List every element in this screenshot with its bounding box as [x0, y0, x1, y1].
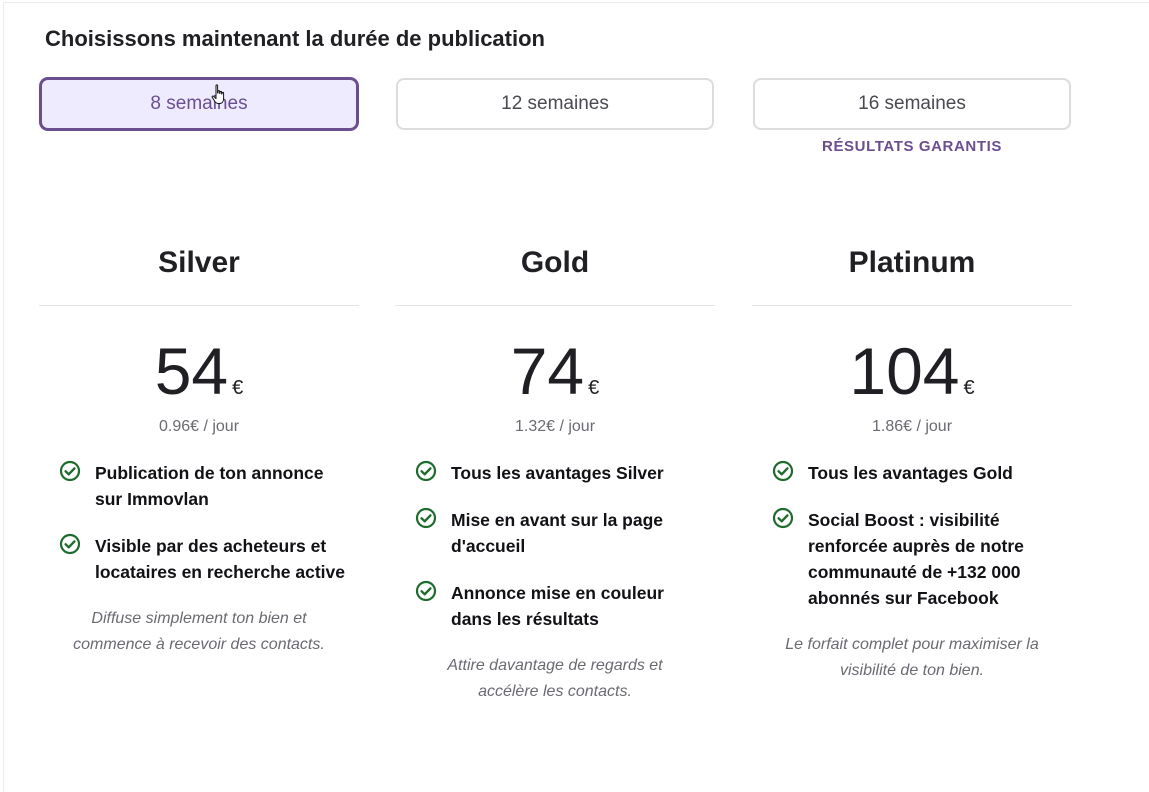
- check-circle-icon: [415, 580, 437, 602]
- check-circle-icon: [415, 507, 437, 529]
- price-amount: 54: [154, 334, 229, 408]
- feature-item: Mise en avant sur la page d'accueil: [415, 507, 715, 559]
- feature-item: Publication de ton annonce sur Immovlan: [59, 460, 359, 512]
- feature-item: Social Boost : visibilité renforcée aupr…: [772, 507, 1072, 611]
- feature-list: Publication de ton annonce sur Immovlan …: [39, 460, 359, 585]
- plan-card-platinum: Platinum 104 € 1.86€ / jour Tous les avan…: [752, 240, 1072, 684]
- check-circle-icon: [772, 507, 794, 529]
- price-per-day: 0.96€ / jour: [158, 418, 240, 435]
- guaranteed-results-badge: RÉSULTATS GARANTIS: [822, 138, 1002, 155]
- check-circle-icon: [415, 460, 437, 482]
- price-currency: €: [963, 377, 975, 399]
- duration-option-12-weeks[interactable]: 12 semaines: [396, 78, 714, 130]
- plan-divider: [39, 305, 359, 306]
- price-amount: 104: [849, 334, 960, 408]
- check-circle-icon: [772, 460, 794, 482]
- feature-item: Visible par des acheteurs et locataires …: [59, 533, 359, 585]
- price-currency: €: [232, 377, 244, 399]
- plan-name: Gold: [520, 246, 590, 279]
- plan-card-gold: Gold 74 € 1.32€ / jour Tous les avantages…: [395, 240, 715, 705]
- plan-card-silver: Silver 54 € 0.96€ / jour Publication de t…: [39, 240, 359, 658]
- price-per-day: 1.86€ / jour: [871, 418, 953, 435]
- plan-tagline: Attire davantage de regards et accélère …: [447, 657, 663, 700]
- plan-divider: [395, 305, 715, 306]
- feature-text: Tous les avantages Gold: [808, 463, 1013, 483]
- check-circle-icon: [59, 533, 81, 555]
- check-circle-icon: [59, 460, 81, 482]
- price-amount: 74: [510, 334, 585, 408]
- feature-text: Tous les avantages Silver: [451, 463, 664, 483]
- plan-divider: [752, 305, 1072, 306]
- feature-text: Social Boost : visibilité renforcée aupr…: [808, 510, 1024, 608]
- plan-tagline: Diffuse simplement ton bien et commence …: [73, 610, 325, 653]
- feature-text: Publication de ton annonce sur Immovlan: [95, 463, 324, 509]
- plan-price: 54 €: [39, 338, 359, 404]
- duration-label: 8 semaines: [150, 93, 248, 114]
- plan-name: Silver: [158, 246, 240, 279]
- duration-label: 16 semaines: [858, 93, 966, 114]
- feature-text: Annonce mise en couleur dans les résulta…: [451, 583, 664, 629]
- price-currency: €: [588, 377, 600, 399]
- price-per-day: 1.32€ / jour: [514, 418, 596, 435]
- feature-item: Tous les avantages Silver: [415, 460, 715, 486]
- feature-text: Visible par des acheteurs et locataires …: [95, 536, 346, 582]
- feature-item: Annonce mise en couleur dans les résulta…: [415, 580, 715, 632]
- plan-price: 74 €: [395, 338, 715, 404]
- plan-name: Platinum: [848, 246, 976, 279]
- feature-list: Tous les avantages Gold Social Boost : v…: [752, 460, 1072, 611]
- plan-tagline: Le forfait complet pour maximiser la vis…: [785, 636, 1039, 679]
- feature-item: Tous les avantages Gold: [772, 460, 1072, 486]
- page-title: Choisissons maintenant la durée de publi…: [45, 26, 545, 51]
- feature-list: Tous les avantages Silver Mise en avant …: [395, 460, 715, 632]
- duration-label: 12 semaines: [501, 93, 609, 114]
- feature-text: Mise en avant sur la page d'accueil: [451, 510, 664, 556]
- duration-option-8-weeks[interactable]: 8 semaines: [40, 78, 358, 130]
- hand-pointer-icon: [211, 84, 225, 104]
- duration-option-16-weeks[interactable]: 16 semaines: [753, 78, 1071, 130]
- plan-price: 104 €: [752, 338, 1072, 404]
